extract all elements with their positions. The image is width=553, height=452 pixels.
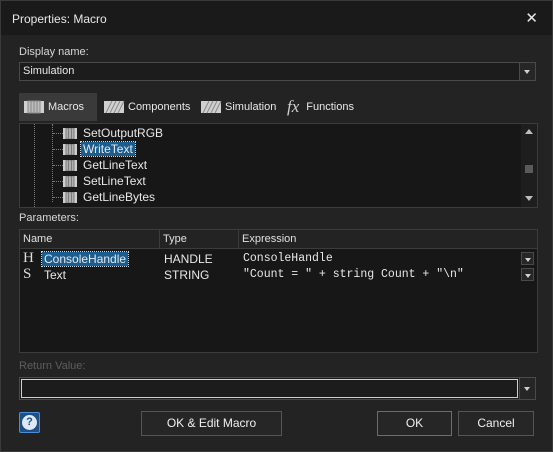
- return-value-dropdown-button[interactable]: [519, 378, 535, 399]
- param-type: HANDLE: [164, 252, 213, 266]
- scroll-down-icon[interactable]: [525, 196, 533, 201]
- param-expression[interactable]: ConsoleHandle: [243, 252, 333, 265]
- help-button[interactable]: ?: [19, 412, 40, 433]
- list-item[interactable]: WriteText: [20, 141, 520, 158]
- macro-list[interactable]: SetOutputRGB WriteText GetLineText SetLi…: [19, 123, 538, 208]
- ok-button[interactable]: OK: [377, 411, 452, 436]
- chevron-down-icon: [524, 70, 530, 74]
- scroll-up-icon[interactable]: [525, 129, 533, 134]
- list-item[interactable]: SetOutputRGB: [20, 126, 520, 142]
- tab-components[interactable]: Components: [99, 93, 194, 121]
- cancel-button[interactable]: Cancel: [458, 411, 534, 436]
- handle-type-icon: H: [23, 250, 34, 266]
- tab-functions-label: Functions: [306, 101, 354, 113]
- properties-dialog: Properties: Macro ✕ Display name: Simula…: [0, 0, 553, 452]
- chevron-down-icon: [524, 387, 530, 391]
- return-value-label: Return Value:: [19, 360, 86, 372]
- title-bar: Properties: Macro ✕: [1, 1, 552, 35]
- chevron-down-icon: [525, 274, 531, 278]
- table-row[interactable]: S Text STRING "Count = " + string Count …: [20, 267, 537, 283]
- return-value-combo[interactable]: [19, 377, 536, 400]
- tab-macros-label: Macros: [48, 101, 85, 113]
- tab-functions[interactable]: fx Functions: [285, 93, 360, 121]
- macro-item-label: GetLineBytes: [83, 190, 156, 204]
- macro-icon: [63, 176, 77, 187]
- ok-edit-macro-button[interactable]: OK & Edit Macro: [141, 411, 282, 436]
- display-name-label: Display name:: [19, 46, 89, 58]
- macro-item-label: SetLineText: [83, 174, 146, 188]
- macro-icon: [63, 160, 77, 171]
- tab-simulation[interactable]: Simulation: [196, 93, 286, 121]
- function-fx-icon: fx: [287, 97, 300, 116]
- tab-components-label: Components: [128, 101, 191, 113]
- tab-macros[interactable]: Macros: [19, 93, 97, 121]
- column-header-expression[interactable]: Expression: [239, 230, 537, 249]
- close-icon[interactable]: ✕: [525, 9, 538, 27]
- display-name-value[interactable]: Simulation: [23, 65, 74, 77]
- string-type-icon: S: [23, 266, 32, 282]
- param-expression[interactable]: "Count = " + string Count + "\n": [243, 268, 464, 281]
- macro-item-label: GetLineText: [83, 158, 148, 172]
- display-name-combo[interactable]: Simulation: [19, 62, 536, 81]
- components-icon: [104, 100, 125, 114]
- macro-item-label: SetOutputRGB: [83, 126, 164, 140]
- display-name-dropdown-button[interactable]: [519, 63, 535, 80]
- macro-icon: [24, 100, 44, 114]
- macro-list-scrollbar[interactable]: [521, 124, 537, 207]
- column-header-name[interactable]: Name: [20, 230, 160, 249]
- parameters-label: Parameters:: [19, 212, 79, 224]
- table-row[interactable]: H ConsoleHandle HANDLE ConsoleHandle: [20, 251, 537, 267]
- chevron-down-icon: [525, 258, 531, 262]
- tab-simulation-label: Simulation: [225, 101, 277, 113]
- simulation-icon: [201, 100, 222, 114]
- return-value-input[interactable]: [21, 379, 518, 398]
- macro-item-label: WriteText: [80, 141, 136, 157]
- scroll-thumb[interactable]: [525, 165, 533, 173]
- param-name: Text: [44, 268, 67, 282]
- param-name: ConsoleHandle: [40, 251, 130, 267]
- param-type: STRING: [164, 268, 210, 282]
- column-header-type[interactable]: Type: [160, 230, 239, 249]
- list-item[interactable]: GetLineBytes: [20, 190, 520, 206]
- macro-icon: [63, 144, 77, 155]
- category-tabs: Macros Components Simulation fx Function…: [19, 93, 536, 121]
- parameters-table: Name Type Expression H ConsoleHandle HAN…: [19, 229, 538, 353]
- list-item[interactable]: GetLineText: [20, 158, 520, 174]
- list-item[interactable]: SetLineText: [20, 174, 520, 190]
- window-title: Properties: Macro: [12, 12, 107, 26]
- macro-icon: [63, 192, 77, 203]
- expression-dropdown-button[interactable]: [521, 268, 534, 281]
- help-icon: ?: [22, 415, 37, 430]
- macro-icon: [63, 128, 77, 139]
- expression-dropdown-button[interactable]: [521, 252, 534, 265]
